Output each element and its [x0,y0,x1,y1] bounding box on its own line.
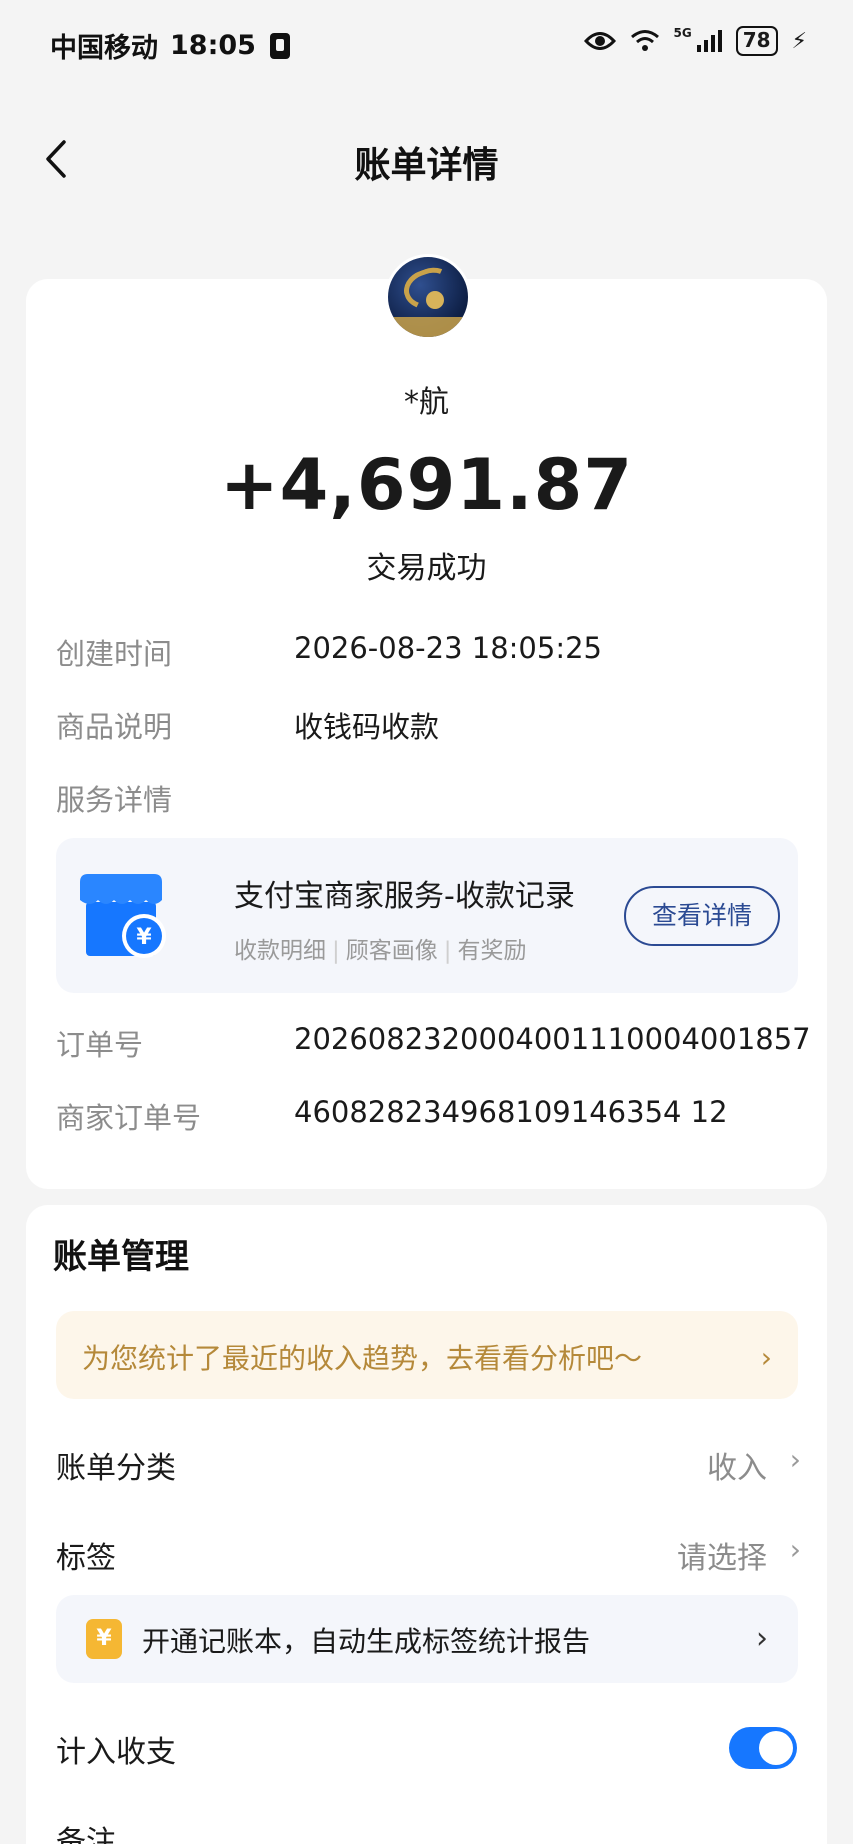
merchant-order-label: 商家订单号 [56,1101,202,1135]
service-subtitle: 收款明细 | 顾客画像 | 有奖励 [234,938,527,964]
tip-text: 为您统计了最近的收入趋势，去看看分析吧～ [82,1342,643,1375]
note-row[interactable]: 备注 [56,1817,801,1844]
status-right: 5G 78 ⚡ [583,26,807,56]
product-label: 商品说明 [56,710,173,744]
income-trend-tip[interactable]: 为您统计了最近的收入趋势，去看看分析吧～ › [56,1311,798,1399]
view-details-button[interactable]: 查看详情 [624,886,780,946]
merchant-order-value: 460828234968109146354 12 [294,1095,728,1129]
merchant-service-card[interactable]: ¥ 支付宝商家服务-收款记录 收款明细 | 顾客画像 | 有奖励 查看详情 [56,838,798,993]
nav-bar: 账单详情 [0,120,853,200]
product-value: 收钱码收款 [294,710,440,744]
bill-category-row[interactable]: 账单分类 收入 › [56,1443,801,1487]
dolphin-logo-icon [398,261,460,317]
network-type: 5G [673,26,692,40]
tag-value: 请选择 [677,1541,767,1576]
tag-label: 标签 [56,1541,116,1576]
battery-icon: 78 [735,26,778,56]
bill-management-card: 账单管理 为您统计了最近的收入趋势，去看看分析吧～ › 账单分类 收入 › 标签… [26,1205,827,1844]
transaction-status: 交易成功 [366,551,487,586]
charging-icon: ⚡ [791,28,807,54]
service-sub-item: 顾客画像 [345,938,438,964]
created-time-label: 创建时间 [56,637,173,671]
status-bar: 中国移动 18:05 5G 78 ⚡ [0,0,853,90]
service-title: 支付宝商家服务-收款记录 [234,879,575,914]
count-in-income-row: 计入收支 [56,1727,801,1771]
section-title: 账单管理 [53,1237,189,1277]
status-left: 中国移动 18:05 [50,26,290,65]
transaction-card: *航 +4,691.87 交易成功 创建时间 2026-08-23 18:05:… [26,254,827,1189]
note-label: 备注 [56,1825,116,1844]
chevron-right-icon: › [789,1533,801,1566]
service-sub-item: 收款明细 [234,938,326,964]
ledger-promo-bar[interactable]: ¥ 开通记账本，自动生成标签统计报告 › [56,1595,798,1683]
bill-category-value: 收入 [707,1451,767,1486]
wifi-icon [630,30,659,51]
product-row: 商品说明 收钱码收款 [56,704,807,744]
toggle-knob [759,1731,793,1765]
order-number-label: 订单号 [56,1028,144,1062]
transaction-amount: +4,691.87 [219,444,634,526]
service-detail-row: 服务详情 [56,777,807,817]
tag-row[interactable]: 标签 请选择 › [56,1533,801,1577]
ledger-yuan-icon: ¥ [86,1619,122,1659]
chevron-right-icon: › [760,1341,772,1374]
created-time-value: 2026-08-23 18:05:25 [294,631,602,665]
clock-time: 18:05 [170,30,256,61]
count-in-income-toggle[interactable] [729,1727,797,1769]
eye-icon [583,32,616,50]
merchant-order-row: 商家订单号 460828234968109146354 12 [56,1095,807,1135]
count-in-income-label: 计入收支 [56,1735,176,1770]
chevron-right-icon: › [789,1443,801,1476]
service-detail-label: 服务详情 [56,783,173,817]
coin-icon [426,291,444,309]
order-number-value: 2026082320004001110004001857 [294,1022,811,1056]
page-title: 账单详情 [354,145,499,186]
sim-icon [269,32,290,59]
merchant-avatar [385,254,471,340]
carrier-label: 中国移动 [50,33,158,64]
ledger-promo-text: 开通记账本，自动生成标签统计报告 [142,1625,591,1658]
order-number-row: 订单号 2026082320004001110004001857 [56,1022,811,1062]
svg-text:¥: ¥ [136,925,152,950]
store-yuan-icon: ¥ [80,874,166,958]
bill-category-label: 账单分类 [56,1451,176,1486]
service-sub-item: 有奖励 [457,938,527,964]
chevron-right-icon: › [756,1621,768,1656]
signal-icon [696,30,722,52]
payer-name: *航 [404,385,449,420]
created-time-row: 创建时间 2026-08-23 18:05:25 [56,631,807,671]
